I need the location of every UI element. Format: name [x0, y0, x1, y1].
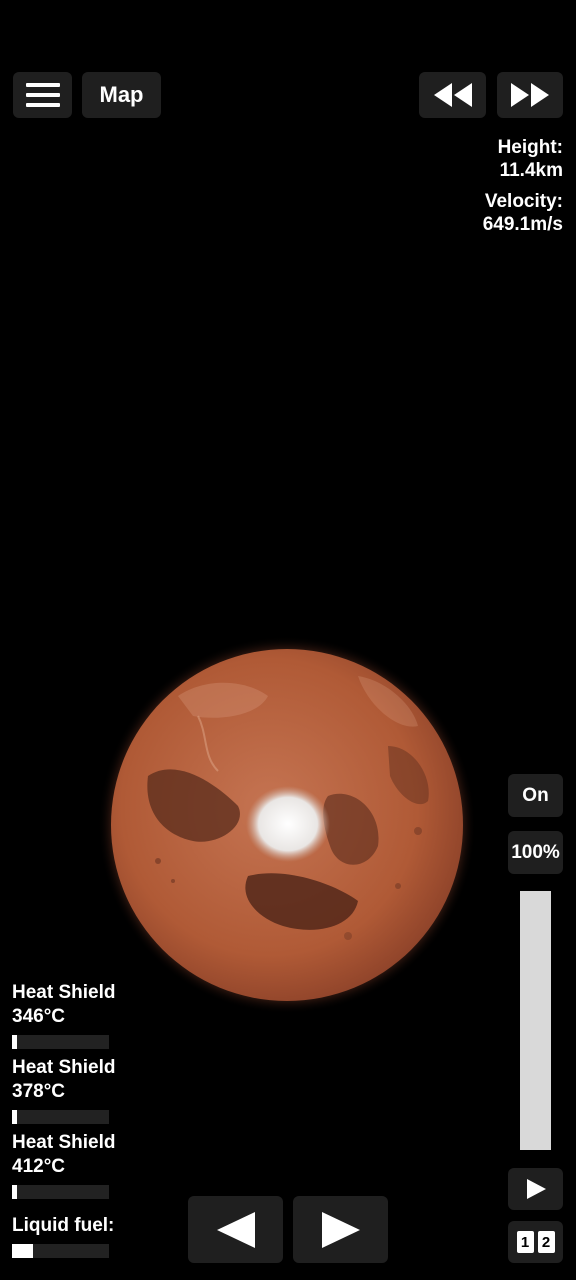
throttle-slider[interactable] — [520, 891, 551, 1150]
rotate-right-button[interactable] — [293, 1196, 388, 1263]
gauge-label: Heat Shield — [12, 1132, 116, 1153]
play-icon — [526, 1179, 546, 1199]
mars-planet — [98, 636, 476, 1014]
map-button[interactable]: Map — [82, 72, 161, 118]
gauge-bar — [12, 1185, 109, 1199]
stage-digit-1: 1 — [516, 1231, 534, 1253]
stage-digit-2: 2 — [537, 1231, 555, 1253]
gauge-bar — [12, 1110, 109, 1124]
throttle-fill — [520, 891, 551, 1150]
throttle-percent-button[interactable]: 100% — [508, 831, 563, 874]
heat-shield-gauge-1: Heat Shield 346°C — [12, 981, 132, 1049]
velocity-label: Velocity: — [484, 191, 563, 212]
menu-button[interactable] — [13, 72, 72, 118]
play-button[interactable] — [508, 1168, 563, 1210]
velocity-value: 649.1m/s — [482, 214, 563, 235]
height-readout: Height: 11.4km — [498, 136, 563, 182]
heat-shield-gauge-3: Heat Shield 412°C — [12, 1131, 132, 1199]
gauge-bar-fill — [12, 1185, 17, 1199]
gauge-bar-fill — [12, 1244, 34, 1258]
gauge-value: 346°C — [12, 1006, 66, 1027]
gauge-bar-fill — [12, 1110, 17, 1124]
rewind-button[interactable] — [419, 72, 486, 118]
gauge-value: 378°C — [12, 1081, 66, 1102]
fast-forward-icon — [511, 83, 549, 107]
height-value: 11.4km — [499, 160, 563, 181]
gauge-value: 412°C — [12, 1156, 66, 1177]
triangle-right-icon — [321, 1211, 360, 1248]
gauge-bar — [12, 1244, 109, 1258]
rotate-left-button[interactable] — [188, 1196, 283, 1263]
gauge-bar — [12, 1035, 109, 1049]
height-label: Height: — [497, 137, 563, 158]
heat-shield-gauge-2: Heat Shield 378°C — [12, 1056, 132, 1124]
liquid-fuel-gauge: Liquid fuel: — [12, 1214, 132, 1258]
engine-toggle-button[interactable]: On — [508, 774, 563, 817]
gauge-label: Liquid fuel: — [12, 1215, 115, 1236]
triangle-left-icon — [216, 1211, 255, 1248]
hamburger-menu-icon — [25, 83, 60, 107]
stage-button[interactable]: 1 2 — [508, 1221, 563, 1263]
velocity-readout: Velocity: 649.1m/s — [483, 190, 563, 236]
gauge-label: Heat Shield — [12, 982, 116, 1003]
fast-forward-button[interactable] — [497, 72, 563, 118]
gauge-bar-fill — [12, 1035, 17, 1049]
gauge-label: Heat Shield — [12, 1057, 116, 1078]
fast-rewind-icon — [433, 83, 472, 107]
